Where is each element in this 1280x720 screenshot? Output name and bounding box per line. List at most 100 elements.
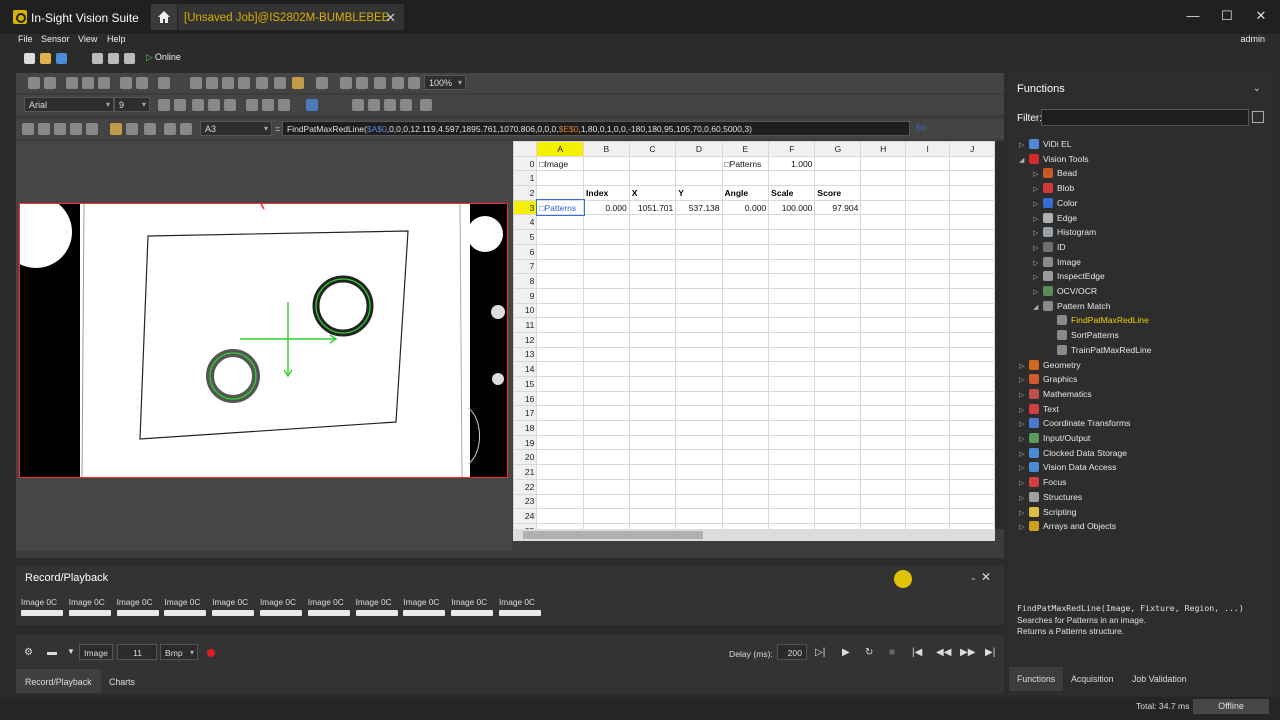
expand-arrow-icon[interactable]: ▷ — [1019, 141, 1029, 149]
expand-arrow-icon[interactable]: ▷ — [1019, 450, 1029, 458]
sheet-cell[interactable] — [536, 420, 585, 436]
sheet-cell[interactable] — [768, 258, 816, 275]
tree-item[interactable]: ▷ Edge — [1033, 212, 1077, 223]
sheet-cell[interactable] — [583, 287, 630, 304]
zoom-in-icon[interactable] — [190, 77, 202, 89]
home-tab[interactable] — [151, 4, 177, 30]
sheet-cell[interactable]: Index — [583, 185, 630, 201]
tree-item[interactable]: ▷ Color — [1033, 197, 1078, 208]
sheet-cell[interactable] — [628, 508, 677, 524]
sheet-cell[interactable] — [675, 243, 723, 260]
sheet-cell[interactable] — [904, 390, 951, 407]
row-header[interactable]: 5 — [513, 229, 538, 245]
close-job-tab-icon[interactable]: ✕ — [385, 10, 396, 26]
sheet-cell[interactable] — [904, 287, 951, 304]
zoom-select[interactable]: 100% ▾ — [424, 75, 466, 90]
recorded-image-thumbnail[interactable]: Image 0C — [260, 597, 302, 619]
record-button[interactable] — [207, 649, 215, 657]
column-header[interactable]: B — [583, 141, 630, 157]
grid-icon[interactable] — [274, 77, 286, 89]
tree-item[interactable]: ▷ Vision Data Access — [1019, 462, 1116, 473]
function-link[interactable]: f(x) — [916, 125, 926, 132]
expand-arrow-icon[interactable]: ▷ — [1033, 200, 1043, 208]
sheet-cell[interactable] — [860, 508, 906, 524]
sheet-cell[interactable] — [628, 361, 677, 377]
sheet-cell[interactable] — [860, 243, 906, 260]
sheet-cell[interactable] — [949, 302, 995, 319]
sheet-cell[interactable] — [583, 376, 630, 392]
sheet-cell[interactable] — [860, 405, 906, 422]
column-header[interactable]: H — [860, 141, 906, 157]
sheet-cell[interactable] — [860, 449, 906, 466]
sheet-cell[interactable] — [860, 361, 906, 377]
sheet-cell[interactable] — [860, 287, 906, 304]
recorded-image-thumbnail[interactable]: Image 0C — [21, 597, 63, 619]
sheet-cell[interactable]: 100.000 — [768, 199, 816, 216]
zoom-fit-icon[interactable] — [222, 77, 234, 89]
row-header[interactable]: 19 — [513, 434, 538, 451]
tree-item[interactable]: ◢ Vision Tools — [1019, 153, 1089, 164]
sheet-cell[interactable] — [860, 214, 906, 231]
sheet-cell[interactable] — [721, 434, 770, 451]
expand-arrow-icon[interactable]: ▷ — [1019, 406, 1029, 414]
sheet-cell[interactable] — [536, 405, 585, 422]
sheet-cell[interactable] — [536, 331, 585, 348]
expand-arrow-icon[interactable]: ◢ — [1033, 303, 1043, 311]
sheet-cell[interactable] — [814, 229, 862, 245]
sheet-cell[interactable] — [814, 170, 862, 187]
stop-icon[interactable]: ■ — [889, 647, 895, 658]
sheet-cell[interactable] — [904, 405, 951, 422]
sheet-cell[interactable]: 1051.701 — [628, 199, 677, 216]
record-frame-icon[interactable] — [126, 123, 138, 135]
sheet-cell[interactable] — [949, 346, 995, 363]
sheet-cell[interactable] — [904, 361, 951, 377]
sheet-cell[interactable]: Y — [675, 185, 723, 201]
row-header[interactable]: 14 — [513, 361, 538, 377]
file-prefix-input[interactable]: Image — [79, 644, 113, 660]
sheet-cell[interactable] — [904, 199, 951, 216]
sheet-cell[interactable] — [675, 478, 723, 495]
sheet-cell[interactable] — [583, 170, 630, 187]
redo-icon[interactable] — [136, 77, 148, 89]
font-color-icon[interactable] — [306, 99, 318, 111]
sheet-cell[interactable] — [721, 405, 770, 422]
row-header[interactable]: 10 — [513, 302, 538, 319]
sheet-cell[interactable] — [949, 287, 995, 304]
close-window-button[interactable]: ✕ — [1251, 8, 1271, 24]
sheet-cell[interactable] — [860, 376, 906, 392]
column-header[interactable]: C — [628, 141, 677, 157]
row-header[interactable]: 23 — [513, 493, 538, 510]
sheet-cell[interactable] — [949, 229, 995, 245]
copy-icon[interactable] — [44, 77, 56, 89]
sheet-cell[interactable] — [814, 464, 862, 480]
sheet-cell[interactable] — [814, 214, 862, 231]
sheet-cell[interactable] — [768, 317, 816, 333]
sheet-cell[interactable] — [628, 449, 677, 466]
sheet-cell[interactable] — [675, 155, 723, 172]
sheet-cell[interactable] — [814, 449, 862, 466]
sheet-cell[interactable] — [949, 155, 995, 172]
sheet-cell[interactable] — [536, 317, 585, 333]
row-header[interactable]: 24 — [513, 508, 538, 524]
search-icon[interactable] — [158, 77, 170, 89]
sheet-cell[interactable] — [860, 185, 906, 201]
sheet-cell[interactable] — [904, 273, 951, 289]
undo-icon[interactable] — [120, 77, 132, 89]
row-header[interactable]: 15 — [513, 376, 538, 392]
image-overlay-icon[interactable] — [110, 123, 122, 135]
sheet-cell[interactable] — [628, 302, 677, 319]
sheet-cell[interactable] — [675, 361, 723, 377]
sheet-cell[interactable] — [536, 170, 585, 187]
borders-icon[interactable] — [262, 99, 274, 111]
expand-arrow-icon[interactable]: ▷ — [1019, 523, 1029, 531]
chevron-down-icon[interactable]: ⌄ — [1253, 83, 1261, 94]
sheet-cell[interactable] — [904, 493, 951, 510]
sheet-cell[interactable] — [814, 478, 862, 495]
sheet-cell[interactable] — [628, 390, 677, 407]
sheet-cell[interactable] — [904, 478, 951, 495]
row-header[interactable]: 16 — [513, 390, 538, 407]
new-job-icon[interactable] — [24, 53, 35, 64]
sheet-cell[interactable] — [675, 390, 723, 407]
checkbox-icon[interactable] — [164, 123, 176, 135]
tree-item[interactable]: ▷ Blob — [1033, 183, 1074, 194]
